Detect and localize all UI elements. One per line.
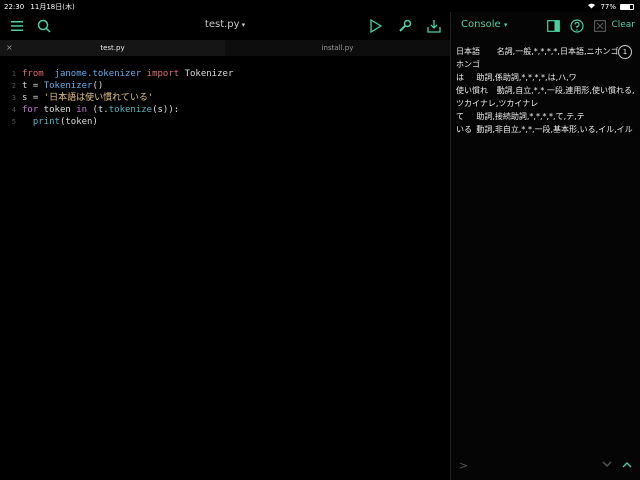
assign-token: t =: [22, 81, 44, 91]
code-line: 2 t = Tokenizer(): [0, 80, 450, 92]
call-token: Tokenizer: [43, 81, 93, 91]
chevron-down-icon: ▾: [503, 21, 508, 29]
editor-tabs: × test.py install.py: [0, 40, 450, 56]
line-number: 1: [11, 70, 16, 78]
console-title-label: Console: [461, 19, 501, 30]
keyword-token: from: [22, 69, 44, 79]
console-toolbar: Console ▾ Clear: [451, 12, 640, 40]
output-badge[interactable]: 1: [618, 45, 632, 59]
help-icon[interactable]: [569, 18, 585, 34]
code-line: 5 print (token): [0, 116, 450, 128]
string-token: '日本語は使い慣れている': [43, 93, 154, 103]
console-prompt[interactable]: >: [459, 459, 468, 472]
share-icon[interactable]: [426, 18, 442, 34]
tab-test-py[interactable]: × test.py: [0, 40, 225, 56]
keyword-token: in: [76, 105, 88, 115]
wrench-icon[interactable]: [397, 18, 413, 34]
method-token: tokenize: [108, 105, 153, 115]
console-output: 日本語 名詞,一般,*,*,*,*,日本語,ニホンゴ,ニホンゴ は 助詞,係助詞…: [456, 47, 635, 134]
clear-button[interactable]: Clear: [611, 20, 635, 30]
text-token: (token): [59, 117, 98, 127]
status-right: 77%: [587, 2, 634, 11]
assign-token: s =: [22, 93, 44, 103]
console-pane: Console ▾ Clear 日本語 名詞,一般,*,*,*,*,日本語,ニホ…: [450, 12, 640, 480]
battery-icon: [620, 3, 634, 10]
keyword-token: for: [22, 105, 39, 115]
keyword-token: import: [146, 69, 180, 79]
status-clock: 22:30: [4, 3, 25, 11]
code-line: 1 from janome.tokenizer import Tokenizer: [0, 68, 450, 80]
status-time: 22:30 11月18日(木): [4, 2, 75, 12]
close-icon[interactable]: [592, 18, 608, 34]
line-number: 5: [11, 118, 16, 126]
code-line: 3 s = '日本語は使い慣れている': [0, 92, 450, 104]
console-title[interactable]: Console ▾: [461, 19, 507, 30]
tab-install-py[interactable]: install.py: [225, 40, 450, 56]
indent-token: [22, 116, 33, 128]
line-number: 3: [11, 94, 16, 102]
module-token: janome.tokenizer: [54, 69, 142, 79]
editor-toolbar: test.py ▾: [0, 12, 450, 40]
status-bar: 22:30 11月18日(木) 77%: [0, 0, 640, 12]
line-number: 2: [11, 82, 16, 90]
battery-fill: [621, 4, 631, 9]
play-icon[interactable]: [368, 18, 384, 34]
call-token: print: [32, 117, 60, 127]
battery-percent: 77%: [600, 2, 616, 11]
panel-icon[interactable]: [545, 18, 561, 34]
file-title-label: test.py: [204, 19, 240, 30]
paren-token: (): [92, 81, 104, 91]
var-token: token: [38, 105, 77, 115]
code-editor[interactable]: 1 from janome.tokenizer import Tokenizer…: [0, 68, 450, 128]
wifi-icon: [587, 2, 596, 11]
close-tab-icon[interactable]: ×: [6, 43, 13, 52]
chevron-down-icon[interactable]: [602, 453, 612, 472]
tab-label: install.py: [321, 44, 354, 52]
text-token: (s)):: [152, 105, 180, 115]
editor-pane: test.py ▾ × test.py install.py 1 from jan…: [0, 12, 450, 480]
text-token: (t.: [87, 105, 109, 115]
name-token: Tokenizer: [184, 69, 234, 79]
status-date: 11月18日(木): [30, 3, 75, 11]
line-number: 4: [11, 106, 16, 114]
code-line: 4 for token in (t. tokenize (s)):: [0, 104, 450, 116]
tab-label: test.py: [100, 44, 125, 52]
chevron-down-icon: ▾: [241, 21, 246, 29]
chevron-up-icon[interactable]: [622, 453, 632, 472]
